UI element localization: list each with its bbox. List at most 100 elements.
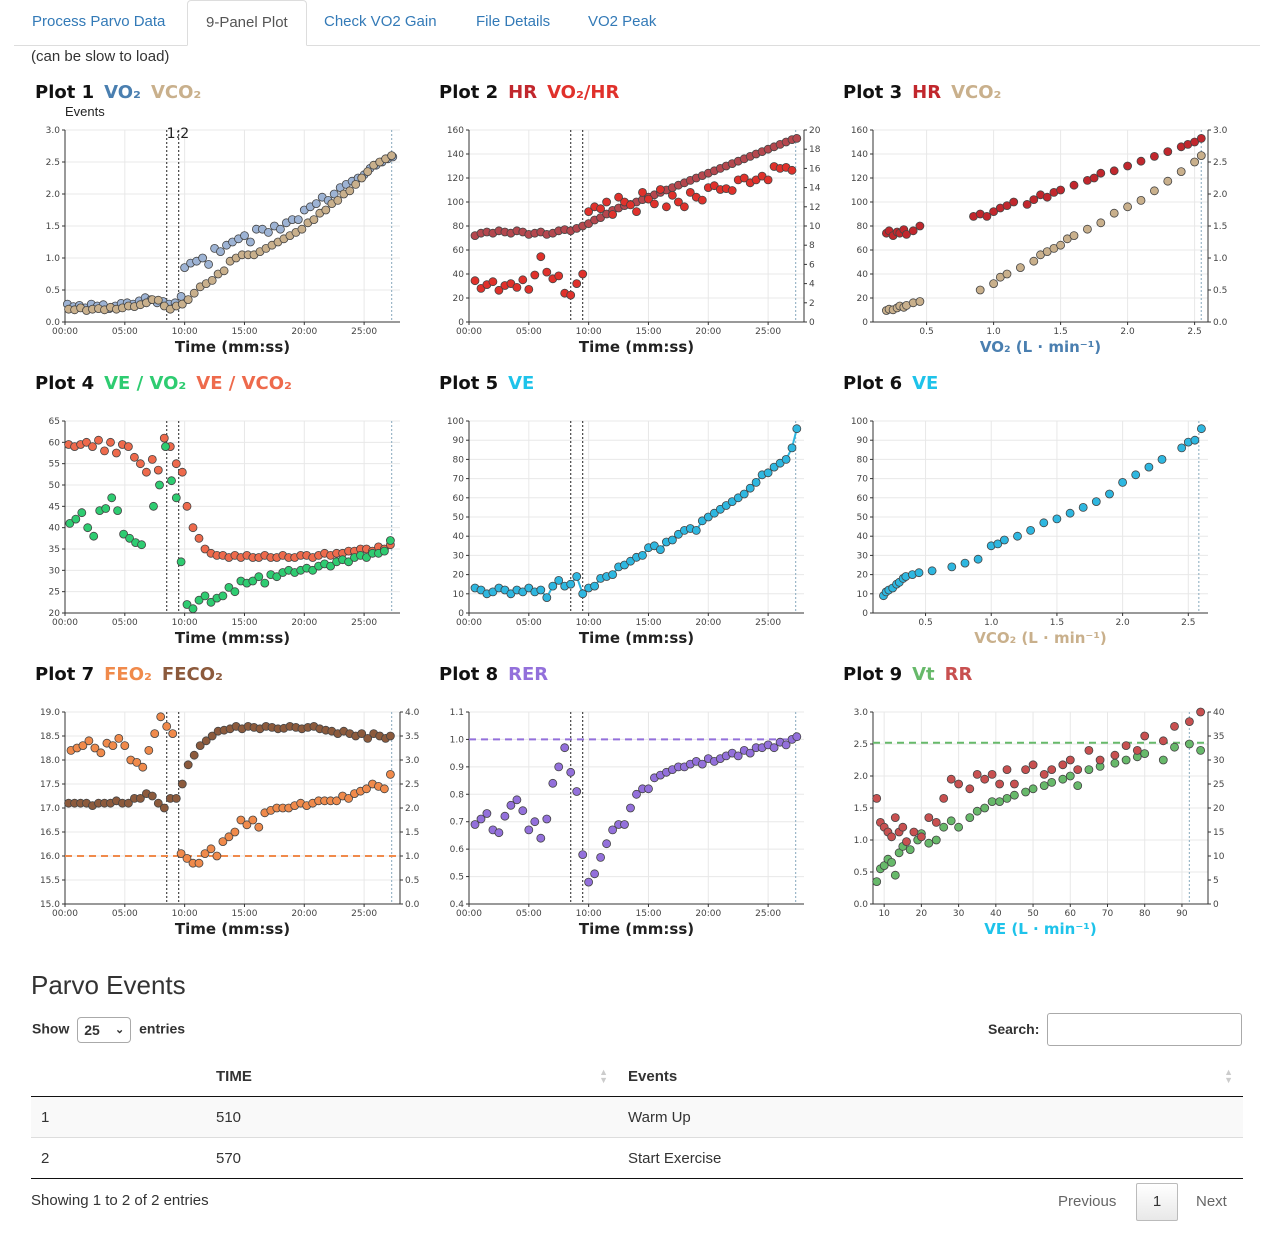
data-point	[602, 197, 612, 207]
data-point	[130, 452, 139, 462]
data-point	[500, 811, 510, 821]
data-point	[946, 774, 956, 784]
data-point	[1073, 781, 1083, 790]
x-tick-label: 2.0	[1115, 618, 1130, 628]
plot-title: Plot 2 HR VO₂/HR	[439, 82, 629, 103]
y2-tick-label: 5	[1213, 876, 1219, 886]
data-point	[311, 199, 321, 208]
column-events[interactable]: Events ▲ ▼	[618, 1056, 1243, 1097]
entries-select[interactable]: 25 ⌄	[77, 1017, 132, 1043]
data-point	[655, 545, 665, 555]
page-1-button[interactable]: 1	[1136, 1183, 1178, 1221]
data-point	[960, 558, 970, 568]
data-point	[1123, 202, 1133, 212]
data-point	[947, 562, 957, 572]
y-tick-label: 40	[453, 270, 465, 280]
data-point	[113, 506, 122, 515]
row-time: 570	[206, 1137, 618, 1179]
data-point	[566, 579, 576, 589]
series	[873, 740, 1206, 887]
data-point	[230, 827, 240, 837]
data-point	[198, 253, 208, 263]
data-point	[987, 770, 997, 779]
data-point	[1084, 746, 1094, 755]
y2-tick-label: 15	[1213, 828, 1224, 838]
x-tick-label: 25:00	[755, 909, 781, 919]
x-tick-label: 25:00	[351, 909, 377, 919]
x-axis-label: Time (mm:ss)	[175, 338, 290, 356]
next-page-button[interactable]: Next	[1183, 1184, 1240, 1220]
data-point	[77, 508, 87, 518]
tab-file-details[interactable]: File Details	[458, 0, 568, 44]
tab-9-panel-plot[interactable]: 9-Panel Plot	[187, 0, 307, 46]
y2-tick-label: 2	[809, 299, 815, 309]
data-point	[890, 870, 900, 880]
data-point	[914, 568, 924, 578]
plot-title: Plot 9 Vt RR	[843, 664, 982, 685]
y2-tick-label: 1.0	[1213, 254, 1228, 264]
data-point	[727, 186, 737, 195]
data-point	[954, 779, 963, 789]
data-point	[999, 535, 1009, 545]
data-point	[554, 762, 564, 772]
plot-number: Plot 6	[843, 373, 903, 394]
grid	[64, 129, 400, 323]
data-point	[275, 224, 285, 234]
data-point	[183, 760, 193, 770]
data-point	[1009, 790, 1019, 800]
data-point	[691, 525, 701, 535]
y-tick-label: 40	[49, 524, 61, 534]
data-point	[385, 770, 395, 779]
data-point	[524, 284, 534, 294]
data-point	[946, 816, 956, 826]
data-point	[1110, 758, 1120, 768]
tab-vo2-peak[interactable]: VO2 Peak	[570, 0, 674, 44]
data-point	[1091, 497, 1101, 506]
tab-bar: Process Parvo Data 9-Panel Plot Check VO…	[14, 0, 1260, 46]
data-point	[872, 794, 882, 803]
data-point	[1140, 749, 1150, 758]
table-header-row: TIME ▲ ▼ Events ▲ ▼	[31, 1056, 1243, 1097]
y2-tick-label: 2.0	[1213, 190, 1228, 200]
tab-process-parvo-data[interactable]: Process Parvo Data	[14, 0, 183, 44]
x-tick-label: 10:00	[576, 618, 602, 628]
data-point	[596, 204, 606, 214]
y2-tick-label: 2.0	[405, 804, 420, 814]
x-tick-label: 25:00	[351, 618, 377, 628]
plot-title: Plot 3 HR VCO₂	[843, 82, 1011, 103]
tab-check-vo2-gain[interactable]: Check VO2 Gain	[306, 0, 455, 44]
y-tick-label: 3.0	[46, 126, 61, 136]
column-time[interactable]: TIME ▲ ▼	[206, 1056, 618, 1097]
data-point	[1002, 794, 1012, 803]
x-axis-label: Time (mm:ss)	[579, 338, 694, 356]
y2-tick-label: 40	[1213, 708, 1225, 718]
y-tick-label: 45	[49, 502, 60, 512]
data-point	[512, 282, 522, 292]
plot-1: Plot 1 VO₂ VCO₂ 00:00 05:00 10:00 15:00 20:00 25…	[35, 82, 415, 372]
y-tick-label: 0.7	[450, 818, 464, 828]
data-point	[1021, 765, 1031, 774]
data-point	[972, 806, 982, 816]
data-point	[1158, 736, 1168, 746]
data-point	[260, 578, 270, 588]
x-tick-label: 30	[953, 909, 965, 919]
data-point	[136, 459, 145, 469]
data-point	[387, 151, 397, 160]
data-point	[939, 822, 949, 832]
data-point	[120, 741, 130, 750]
series-title: RR	[944, 664, 973, 685]
data-point	[566, 767, 576, 777]
series-title: VCO₂	[951, 82, 1002, 103]
data-point	[572, 279, 582, 289]
search-input[interactable]	[1047, 1013, 1242, 1046]
plot-title: Plot 4 VE / VO₂ VE / VCO₂	[35, 373, 302, 394]
data-point	[482, 809, 492, 818]
data-point	[189, 288, 199, 298]
y2-tick-label: 1.5	[1213, 222, 1227, 232]
data-point	[909, 827, 919, 837]
plot-number: Plot 8	[439, 664, 499, 685]
previous-page-button[interactable]: Previous	[1045, 1184, 1129, 1220]
y-tick-label: 20	[857, 294, 869, 304]
data-point	[177, 467, 187, 477]
data-point	[1026, 525, 1036, 535]
